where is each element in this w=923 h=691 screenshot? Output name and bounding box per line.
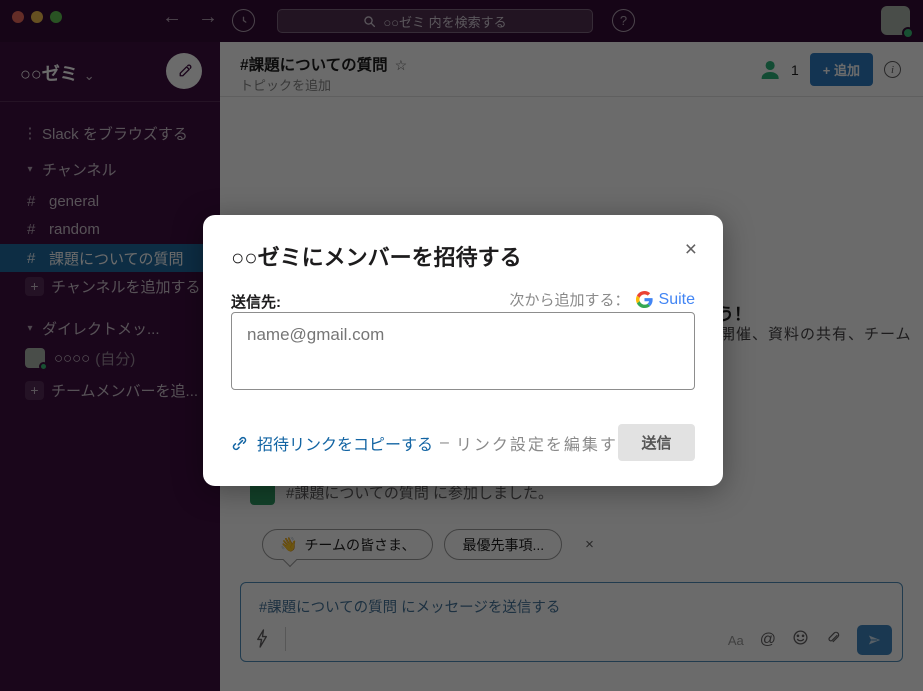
send-plane-icon xyxy=(867,633,882,647)
send-invite-button[interactable]: 送信 xyxy=(618,424,695,461)
edit-link-settings[interactable]: リンク設定を編集する xyxy=(456,431,636,455)
presence-online-dot xyxy=(902,27,914,39)
invite-email-input[interactable] xyxy=(231,312,695,390)
history-clock-icon[interactable] xyxy=(232,9,255,32)
plus-icon: + xyxy=(25,381,44,400)
invite-members-modal: ○○ゼミにメンバーを招待する × 送信先: 次から追加する： Suite 招待リ… xyxy=(203,215,723,486)
dismiss-suggestions-icon[interactable]: × xyxy=(585,536,594,553)
composer-toolbar: Aa @ xyxy=(241,627,902,653)
sidebar: ○○ゼミ⌄ ⋮ Slack をブラウズする ▾ チャンネル # general … xyxy=(0,42,220,691)
mention-icon[interactable]: @ xyxy=(760,631,776,649)
footer-separator: – xyxy=(440,434,449,452)
add-channel-button[interactable]: + チャンネルを追加する xyxy=(0,272,220,300)
recipients-label: 送信先: xyxy=(231,291,281,312)
history-forward-icon[interactable]: → xyxy=(194,6,222,29)
dm-user-suffix: (自分) xyxy=(95,348,135,369)
modal-close-icon[interactable]: × xyxy=(685,239,697,260)
pill-tail xyxy=(283,553,297,567)
members-icon[interactable] xyxy=(761,60,780,79)
search-icon xyxy=(363,15,376,28)
member-count[interactable]: 1 xyxy=(791,62,799,78)
suggestion-label: チームの皆さま、 xyxy=(304,535,415,555)
suggestion-pill-priority[interactable]: 最優先事項... xyxy=(444,529,562,560)
add-from-gsuite[interactable]: 次から追加する： Suite xyxy=(510,289,695,310)
emoji-icon[interactable] xyxy=(792,629,809,651)
message-suggestions: 👋 チームの皆さま、 最優先事項... × xyxy=(262,529,594,560)
triangle-down-icon: ▾ xyxy=(18,164,42,175)
channels-section-label: チャンネル xyxy=(42,159,117,180)
channel-name: #課題についての質問 xyxy=(240,57,388,74)
workspace-menu[interactable]: ○○ゼミ ⌄ xyxy=(20,60,95,86)
suggestion-pill-greeting[interactable]: 👋 チームの皆さま、 xyxy=(262,529,433,560)
google-logo-icon xyxy=(636,291,653,308)
sidebar-item-channel-general[interactable]: # general xyxy=(0,187,220,215)
dm-avatar xyxy=(25,348,45,368)
search-input[interactable]: ○○ゼミ 内を検索する xyxy=(277,9,593,33)
dm-user-label: ○○○○ xyxy=(54,350,90,367)
user-avatar[interactable] xyxy=(881,6,910,35)
sidebar-item-label: Slack をブラウズする xyxy=(42,123,188,144)
hash-icon: # xyxy=(27,193,49,210)
dm-section-label: ダイレクトメッ... xyxy=(42,318,160,339)
workspace-name: ○○ゼミ xyxy=(20,64,78,84)
new-message-button[interactable] xyxy=(166,53,202,89)
modal-title: ○○ゼミにメンバーを招待する xyxy=(231,240,522,272)
history-back-icon[interactable]: ← xyxy=(158,6,186,29)
workspace-header: ○○ゼミ ⌄ xyxy=(0,42,220,102)
add-topic-link[interactable]: トピックを追加 xyxy=(240,75,331,94)
sidebar-item-dm-self[interactable]: ○○○○ (自分) xyxy=(0,344,220,372)
channel-label: general xyxy=(49,193,99,210)
chevron-down-icon: ⌄ xyxy=(84,68,95,83)
dm-section-header[interactable]: ▾ ダイレクトメッ... xyxy=(0,314,220,342)
format-text-icon[interactable]: Aa xyxy=(728,633,744,648)
copy-invite-link[interactable]: 招待リンクをコピーする xyxy=(231,431,433,455)
channels-section-header[interactable]: ▾ チャンネル xyxy=(0,155,220,183)
modal-footer: 招待リンクをコピーする – リンク設定を編集する 送信 xyxy=(231,424,695,462)
send-message-button[interactable] xyxy=(857,625,892,655)
plus-icon: + xyxy=(25,277,44,296)
welcome-body-fragment: 開催、資料の共有、チーム xyxy=(720,323,912,344)
composer-placeholder: #課題についての質問 にメッセージを送信する xyxy=(259,596,560,617)
message-composer[interactable]: #課題についての質問 にメッセージを送信する Aa @ xyxy=(240,582,903,662)
gsuite-label: Suite xyxy=(659,291,695,309)
attachment-paperclip-icon[interactable] xyxy=(825,629,841,651)
channel-label: random xyxy=(49,221,100,238)
sidebar-item-channel-random[interactable]: # random xyxy=(0,215,220,243)
search-placeholder: ○○ゼミ 内を検索する xyxy=(383,12,506,31)
shortcuts-bolt-icon[interactable] xyxy=(255,629,270,653)
star-icon[interactable]: ☆ xyxy=(395,57,408,73)
triangle-down-icon: ▾ xyxy=(18,323,42,334)
suggestion-label: 最優先事項... xyxy=(462,535,544,555)
channel-label: 課題についての質問 xyxy=(49,248,184,269)
hash-icon: # xyxy=(27,250,49,267)
toolbar-divider xyxy=(285,627,286,651)
hash-icon: # xyxy=(27,221,49,238)
add-team-member-button[interactable]: + チームメンバーを追... xyxy=(0,376,220,404)
invite-add-button[interactable]: + 追加 xyxy=(810,53,873,86)
channel-title[interactable]: #課題についての質問 ☆ xyxy=(240,53,407,75)
presence-online-dot xyxy=(39,362,48,371)
add-member-label: チームメンバーを追... xyxy=(51,380,198,401)
add-from-label: 次から追加する： xyxy=(510,289,630,310)
traffic-light-close-button[interactable] xyxy=(12,11,24,23)
channel-header: #課題についての質問 ☆ トピックを追加 1 + 追加 i xyxy=(220,42,923,97)
add-channel-label: チャンネルを追加する xyxy=(51,276,201,297)
sidebar-item-channel-questions-selected[interactable]: # 課題についての質問 xyxy=(0,244,220,272)
channel-info-icon[interactable]: i xyxy=(884,61,901,78)
copy-invite-link-label: 招待リンクをコピーする xyxy=(257,431,433,455)
link-chain-icon xyxy=(231,435,248,452)
compose-pencil-icon xyxy=(176,63,193,80)
traffic-light-minimize-button[interactable] xyxy=(31,11,43,23)
titlebar: ← → ○○ゼミ 内を検索する ? xyxy=(0,0,923,42)
more-dots-icon: ⋮ xyxy=(18,124,42,142)
sidebar-item-browse-slack[interactable]: ⋮ Slack をブラウズする xyxy=(0,119,220,147)
help-icon[interactable]: ? xyxy=(612,9,635,32)
traffic-light-zoom-button[interactable] xyxy=(50,11,62,23)
wave-emoji-icon: 👋 xyxy=(280,536,297,553)
